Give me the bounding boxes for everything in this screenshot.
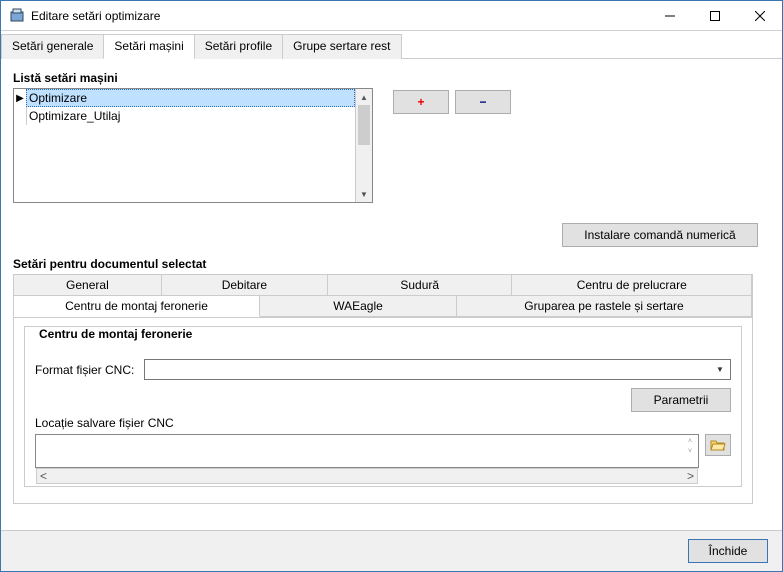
machine-list[interactable]: ▶ Optimizare Optimizare_Utilaj ▲ ▼ — [13, 88, 373, 203]
list-item-label: Optimizare — [26, 89, 355, 107]
scroll-down-icon[interactable]: ▼ — [356, 186, 372, 202]
current-row-marker-icon: ▶ — [14, 93, 26, 104]
cnc-format-label: Format fișier CNC: — [35, 363, 134, 377]
scroll-right-icon: > — [687, 469, 694, 483]
tab-machine-settings[interactable]: Setări mașini — [103, 34, 194, 59]
subtab-sudura[interactable]: Sudură — [327, 274, 513, 296]
plus-icon: + — [417, 96, 424, 108]
minimize-button[interactable] — [647, 1, 692, 30]
group-title: Centru de montaj feronerie — [35, 327, 196, 341]
machine-list-label: Listă setări mașini — [13, 71, 770, 85]
maximize-button[interactable] — [692, 1, 737, 30]
spin-buttons[interactable]: ˄ ˅ — [684, 437, 696, 457]
install-nc-button[interactable]: Instalare comandă numerică — [562, 223, 758, 247]
horizontal-scrollbar[interactable]: < > — [36, 468, 698, 484]
scroll-left-icon: < — [40, 469, 47, 483]
tab-profile-settings[interactable]: Setări profile — [194, 34, 283, 59]
list-item-label: Optimizare_Utilaj — [26, 107, 355, 125]
subtab-gruparea-rastele[interactable]: Gruparea pe rastele și sertare — [456, 295, 752, 317]
parameters-button[interactable]: Parametrii — [631, 388, 731, 412]
doc-panel: Centru de montaj feronerie Format fișier… — [13, 318, 753, 504]
scroll-thumb[interactable] — [358, 105, 370, 145]
subtab-centru-prelucrare[interactable]: Centru de prelucrare — [511, 274, 752, 296]
chevron-up-icon: ˄ — [684, 437, 696, 447]
cnc-format-select[interactable]: ▼ — [144, 359, 731, 380]
add-button[interactable]: + — [393, 90, 449, 114]
tab-general-settings[interactable]: Setări generale — [1, 34, 104, 59]
feronerie-group: Centru de montaj feronerie Format fișier… — [24, 326, 742, 487]
list-scrollbar[interactable]: ▲ ▼ — [355, 89, 372, 202]
window-title: Editare setări optimizare — [31, 9, 647, 23]
list-item[interactable]: Optimizare_Utilaj — [14, 107, 355, 125]
main-tabstrip: Setări generale Setări mașini Setări pro… — [1, 31, 782, 59]
subtab-waeagle[interactable]: WAEagle — [259, 295, 457, 317]
cnc-location-label: Locație salvare fișier CNC — [35, 416, 731, 430]
chevron-down-icon: ▼ — [712, 361, 728, 378]
close-button[interactable]: Închide — [688, 539, 768, 563]
cnc-location-input[interactable]: ˄ ˅ < > — [35, 434, 699, 468]
doc-settings-label: Setări pentru documentul selectat — [13, 257, 770, 271]
doc-subtabs: General Debitare Sudură Centru de preluc… — [13, 274, 753, 318]
app-icon — [9, 8, 25, 24]
scroll-up-icon[interactable]: ▲ — [356, 89, 372, 105]
tab-rest-drawer-groups[interactable]: Grupe sertare rest — [282, 34, 401, 59]
subtab-general[interactable]: General — [13, 274, 162, 296]
chevron-down-icon: ˅ — [684, 447, 696, 457]
subtab-debitare[interactable]: Debitare — [161, 274, 328, 296]
close-window-button[interactable] — [737, 1, 782, 30]
list-item[interactable]: ▶ Optimizare — [14, 89, 355, 107]
subtab-centru-montaj-feronerie[interactable]: Centru de montaj feronerie — [13, 295, 260, 317]
browse-button[interactable] — [705, 434, 731, 456]
footer: Închide — [1, 530, 782, 571]
titlebar: Editare setări optimizare — [1, 1, 782, 31]
remove-button[interactable]: − — [455, 90, 511, 114]
minus-icon: − — [479, 96, 486, 108]
folder-open-icon — [710, 438, 726, 452]
